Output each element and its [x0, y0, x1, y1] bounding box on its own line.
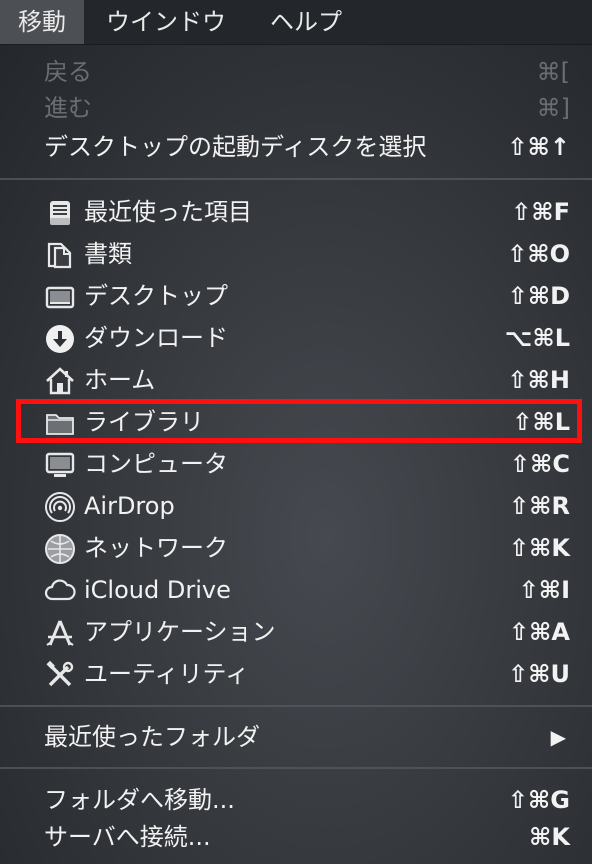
menu-item-shortcut: ⌥⌘L	[504, 324, 570, 352]
desktop-icon	[44, 281, 76, 313]
cloud-icon	[44, 575, 76, 607]
menu-item-recents[interactable]: 最近使った項目 ⇧⌘F	[0, 191, 592, 233]
documents-icon	[44, 239, 76, 271]
menu-item-library[interactable]: ライブラリ ⇧⌘L	[0, 401, 592, 443]
menu-item-label: ダウンロード	[84, 324, 228, 352]
folder-icon	[44, 407, 76, 439]
menu-item-label: フォルダへ移動...	[44, 786, 235, 814]
menu-item-label: コンピュータ	[84, 450, 228, 478]
menubar-item-go[interactable]: 移動	[0, 0, 84, 44]
menu-item-home[interactable]: ホーム ⇧⌘H	[0, 359, 592, 401]
menubar: 移動 ウインドウ ヘルプ	[0, 0, 592, 44]
menu-item-downloads[interactable]: ダウンロード ⌥⌘L	[0, 317, 592, 359]
menu-item-label: デスクトップ	[84, 282, 228, 310]
applications-icon	[44, 617, 76, 649]
menu-item-shortcut: ⇧⌘↑	[507, 133, 570, 161]
utilities-icon	[44, 659, 76, 691]
menu-item-shortcut: ⇧⌘I	[518, 576, 570, 604]
menu-item-shortcut: ⌘K	[529, 823, 570, 851]
menu-item-label: AirDrop	[84, 492, 175, 520]
airdrop-icon	[44, 491, 76, 523]
menu-item-label: サーバへ接続...	[44, 823, 211, 851]
menu-item-label: アプリケーション	[84, 618, 276, 646]
menu-item-network[interactable]: ネットワーク ⇧⌘K	[0, 527, 592, 569]
menu-item-label: ネットワーク	[84, 534, 228, 562]
submenu-arrow-icon: ▶	[550, 725, 566, 749]
menu-item-label: デスクトップの起動ディスクを選択	[44, 133, 427, 161]
menu-item-shortcut: ⌘]	[536, 94, 570, 122]
menubar-item-help[interactable]: ヘルプ	[248, 0, 364, 44]
menu-item-shortcut: ⇧⌘O	[507, 240, 570, 268]
menu-item-shortcut: ⇧⌘H	[507, 366, 570, 394]
menu-item-utilities[interactable]: ユーティリティ ⇧⌘U	[0, 653, 592, 695]
menu-item-computer[interactable]: コンピュータ ⇧⌘C	[0, 443, 592, 485]
menu-item-shortcut: ⇧⌘D	[507, 282, 570, 310]
menu-item-airdrop[interactable]: AirDrop ⇧⌘R	[0, 485, 592, 527]
menu-item-label: 進む	[44, 94, 92, 122]
menu-item-shortcut: ⇧⌘K	[509, 534, 570, 562]
menu-item-label: ホーム	[84, 366, 156, 394]
menu-item-label: ユーティリティ	[84, 660, 250, 688]
home-icon	[44, 365, 76, 397]
computer-icon	[44, 449, 76, 481]
menu-item-icloud-drive[interactable]: iCloud Drive ⇧⌘I	[0, 569, 592, 611]
menu-item-forward[interactable]: 進む ⌘]	[0, 87, 592, 129]
recents-icon	[44, 197, 76, 229]
menu-item-label: 書類	[84, 240, 132, 268]
network-icon	[44, 533, 76, 565]
menu-item-shortcut: ⇧⌘A	[509, 618, 570, 646]
menu-item-documents[interactable]: 書類 ⇧⌘O	[0, 233, 592, 275]
menu-item-label: 最近使った項目	[84, 198, 252, 226]
menu-item-shortcut: ⇧⌘L	[512, 408, 570, 436]
menu-item-shortcut: ⇧⌘F	[511, 198, 570, 226]
menu-item-recent-folders[interactable]: 最近使ったフォルダ ▶	[0, 716, 592, 758]
menubar-item-window[interactable]: ウインドウ	[84, 0, 248, 44]
menu-separator	[0, 705, 592, 707]
go-menu: 戻る ⌘[ 進む ⌘] デスクトップの起動ディスクを選択 ⇧⌘↑ 最近使った項目…	[0, 44, 592, 864]
menu-item-label: 最近使ったフォルダ	[44, 723, 260, 751]
menu-item-shortcut: ⇧⌘U	[508, 660, 570, 688]
menu-item-startup-disk[interactable]: デスクトップの起動ディスクを選択 ⇧⌘↑	[0, 126, 592, 168]
menu-item-label: ライブラリ	[84, 408, 204, 436]
menu-separator	[0, 178, 592, 180]
download-icon	[44, 323, 76, 355]
menu-item-shortcut: ⇧⌘G	[507, 786, 570, 814]
menu-item-desktop[interactable]: デスクトップ ⇧⌘D	[0, 275, 592, 317]
menu-item-connect-server[interactable]: サーバへ接続... ⌘K	[0, 816, 592, 858]
menu-separator	[0, 767, 592, 769]
menu-item-applications[interactable]: アプリケーション ⇧⌘A	[0, 611, 592, 653]
menu-item-label: iCloud Drive	[84, 576, 231, 604]
menu-item-go-to-folder[interactable]: フォルダへ移動... ⇧⌘G	[0, 779, 592, 821]
menu-item-shortcut: ⇧⌘C	[510, 450, 570, 478]
menu-item-shortcut: ⇧⌘R	[509, 492, 570, 520]
